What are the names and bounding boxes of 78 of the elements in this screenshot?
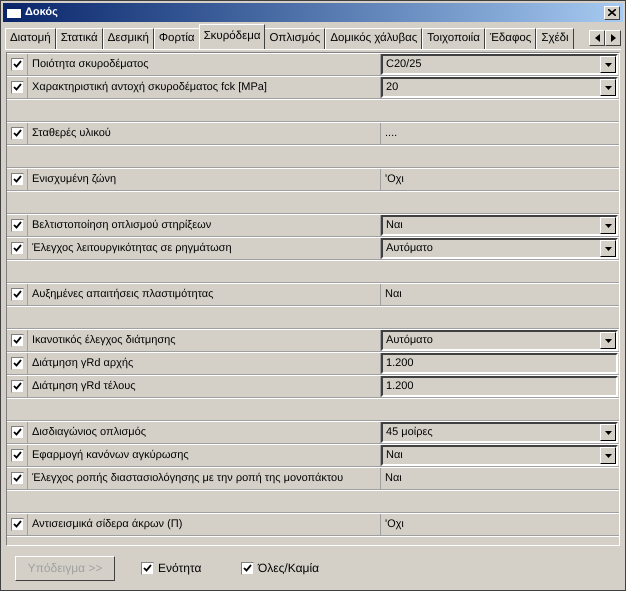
property-label: Αυξημένες απαιτήσεις πλαστιμότητας bbox=[32, 287, 214, 302]
tab-scroll-button[interactable] bbox=[589, 30, 605, 46]
property-label: Ενισχυμένη ζώνη bbox=[32, 172, 116, 188]
property-value: Ναι bbox=[385, 471, 402, 486]
property-label: Εφαρμογή κανόνων αγκύρωσης bbox=[32, 448, 189, 464]
close-icon bbox=[608, 9, 616, 16]
checkbox[interactable] bbox=[10, 472, 24, 485]
checkbox[interactable] bbox=[10, 449, 24, 462]
checkbox[interactable] bbox=[10, 357, 24, 370]
caret-icon bbox=[604, 430, 612, 434]
tab[interactable]: Έδαφος bbox=[484, 28, 536, 49]
checkbox[interactable] bbox=[10, 173, 24, 186]
tab[interactable]: Διατομή bbox=[5, 28, 56, 49]
window-title: Δοκός bbox=[25, 5, 58, 20]
caret-icon bbox=[604, 224, 612, 228]
checkbox[interactable] bbox=[10, 288, 24, 301]
caret-icon bbox=[604, 246, 612, 250]
property-value: 'Οχι bbox=[385, 172, 404, 188]
checkbox-label: Όλες/Καμία bbox=[258, 560, 320, 577]
caret-icon bbox=[604, 338, 612, 342]
checkbox[interactable] bbox=[141, 562, 154, 574]
tab[interactable]: Στατικά bbox=[56, 28, 103, 49]
checkbox[interactable] bbox=[10, 219, 24, 232]
property-label: Διάτμηση γRd αρχής bbox=[32, 356, 134, 372]
dropdown-button[interactable] bbox=[600, 240, 616, 257]
window-icon bbox=[6, 6, 22, 19]
tab[interactable]: Φορτία bbox=[154, 28, 200, 49]
checkbox[interactable] bbox=[241, 562, 254, 574]
caret-icon bbox=[604, 62, 612, 66]
value-dropdown[interactable]: C20/25 bbox=[381, 54, 618, 75]
property-label: Έλεγχος λειτουργικότητας σε ρηγμάτωση bbox=[32, 241, 232, 256]
dropdown-button[interactable] bbox=[600, 447, 616, 464]
value-dropdown[interactable]: Αυτόματο bbox=[381, 330, 618, 351]
value-dropdown[interactable]: Ναι bbox=[381, 215, 618, 236]
value-input-field[interactable]: 1.200 bbox=[381, 376, 618, 397]
dropdown-button[interactable] bbox=[600, 332, 616, 349]
property-label: Ποιότητα σκυροδέματος bbox=[32, 57, 149, 72]
checkbox[interactable] bbox=[10, 334, 24, 347]
checkbox[interactable] bbox=[10, 426, 24, 439]
caret-icon bbox=[604, 454, 612, 458]
property-value: .... bbox=[385, 126, 398, 142]
arrow-icon bbox=[610, 34, 616, 42]
tab[interactable]: Οπλισμός bbox=[264, 28, 326, 49]
value-dropdown[interactable]: Αυτόματο bbox=[381, 238, 618, 259]
dropdown-button[interactable] bbox=[600, 79, 616, 96]
property-value: 'Οχι bbox=[385, 517, 404, 532]
checkbox[interactable] bbox=[10, 58, 24, 71]
checkbox[interactable] bbox=[10, 380, 24, 393]
arrow-icon bbox=[594, 34, 600, 42]
dropdown-button[interactable] bbox=[600, 56, 616, 73]
value-dropdown[interactable]: 20 bbox=[381, 77, 618, 98]
tab[interactable]: Δομικός χάλυβας bbox=[325, 28, 422, 49]
value-dropdown[interactable]: Ναι bbox=[381, 445, 618, 466]
checkbox-label: Ενότητα bbox=[158, 560, 202, 577]
caret-icon bbox=[604, 86, 612, 90]
property-label: Βελτιστοποίηση οπλισμού στηρίξεων bbox=[32, 218, 212, 234]
property-label: Ικανοτικός έλεγχος διάτμησης bbox=[32, 333, 176, 348]
checkbox[interactable] bbox=[10, 242, 24, 255]
close-button[interactable] bbox=[604, 6, 620, 20]
property-label: Χαρακτηριστική αντοχή σκυροδέματος fck [MPa] bbox=[32, 80, 267, 96]
tab[interactable]: Τοιχοποιία bbox=[422, 28, 485, 49]
value-dropdown[interactable]: 45 μοίρες bbox=[381, 422, 618, 443]
dropdown-button[interactable] bbox=[600, 424, 616, 441]
tab[interactable]: Σχέδι bbox=[536, 28, 574, 49]
property-label: Δισδιαγώνιος οπλισμός bbox=[32, 425, 146, 440]
property-label: Σταθερές υλικού bbox=[32, 126, 111, 142]
property-label: Αντισεισμικά σίδερα άκρων (Π) bbox=[32, 517, 182, 532]
checkbox[interactable] bbox=[10, 518, 24, 531]
property-label: Διάτμηση γRd τέλους bbox=[32, 379, 136, 394]
tab[interactable]: Σκυρόδεμα bbox=[198, 24, 266, 49]
property-label: Έλεγχος ροπής διαστασιολόγησης με την ροπή της μονοπάκτου bbox=[32, 471, 344, 486]
property-value: Ναι bbox=[385, 287, 402, 302]
checkbox[interactable] bbox=[10, 127, 24, 140]
tab[interactable]: Δεσμική bbox=[102, 28, 154, 49]
value-input-field[interactable]: 1.200 bbox=[381, 353, 618, 374]
checkbox[interactable] bbox=[10, 81, 24, 94]
tab-scroll-button[interactable] bbox=[605, 30, 621, 46]
dropdown-button[interactable] bbox=[600, 217, 616, 234]
